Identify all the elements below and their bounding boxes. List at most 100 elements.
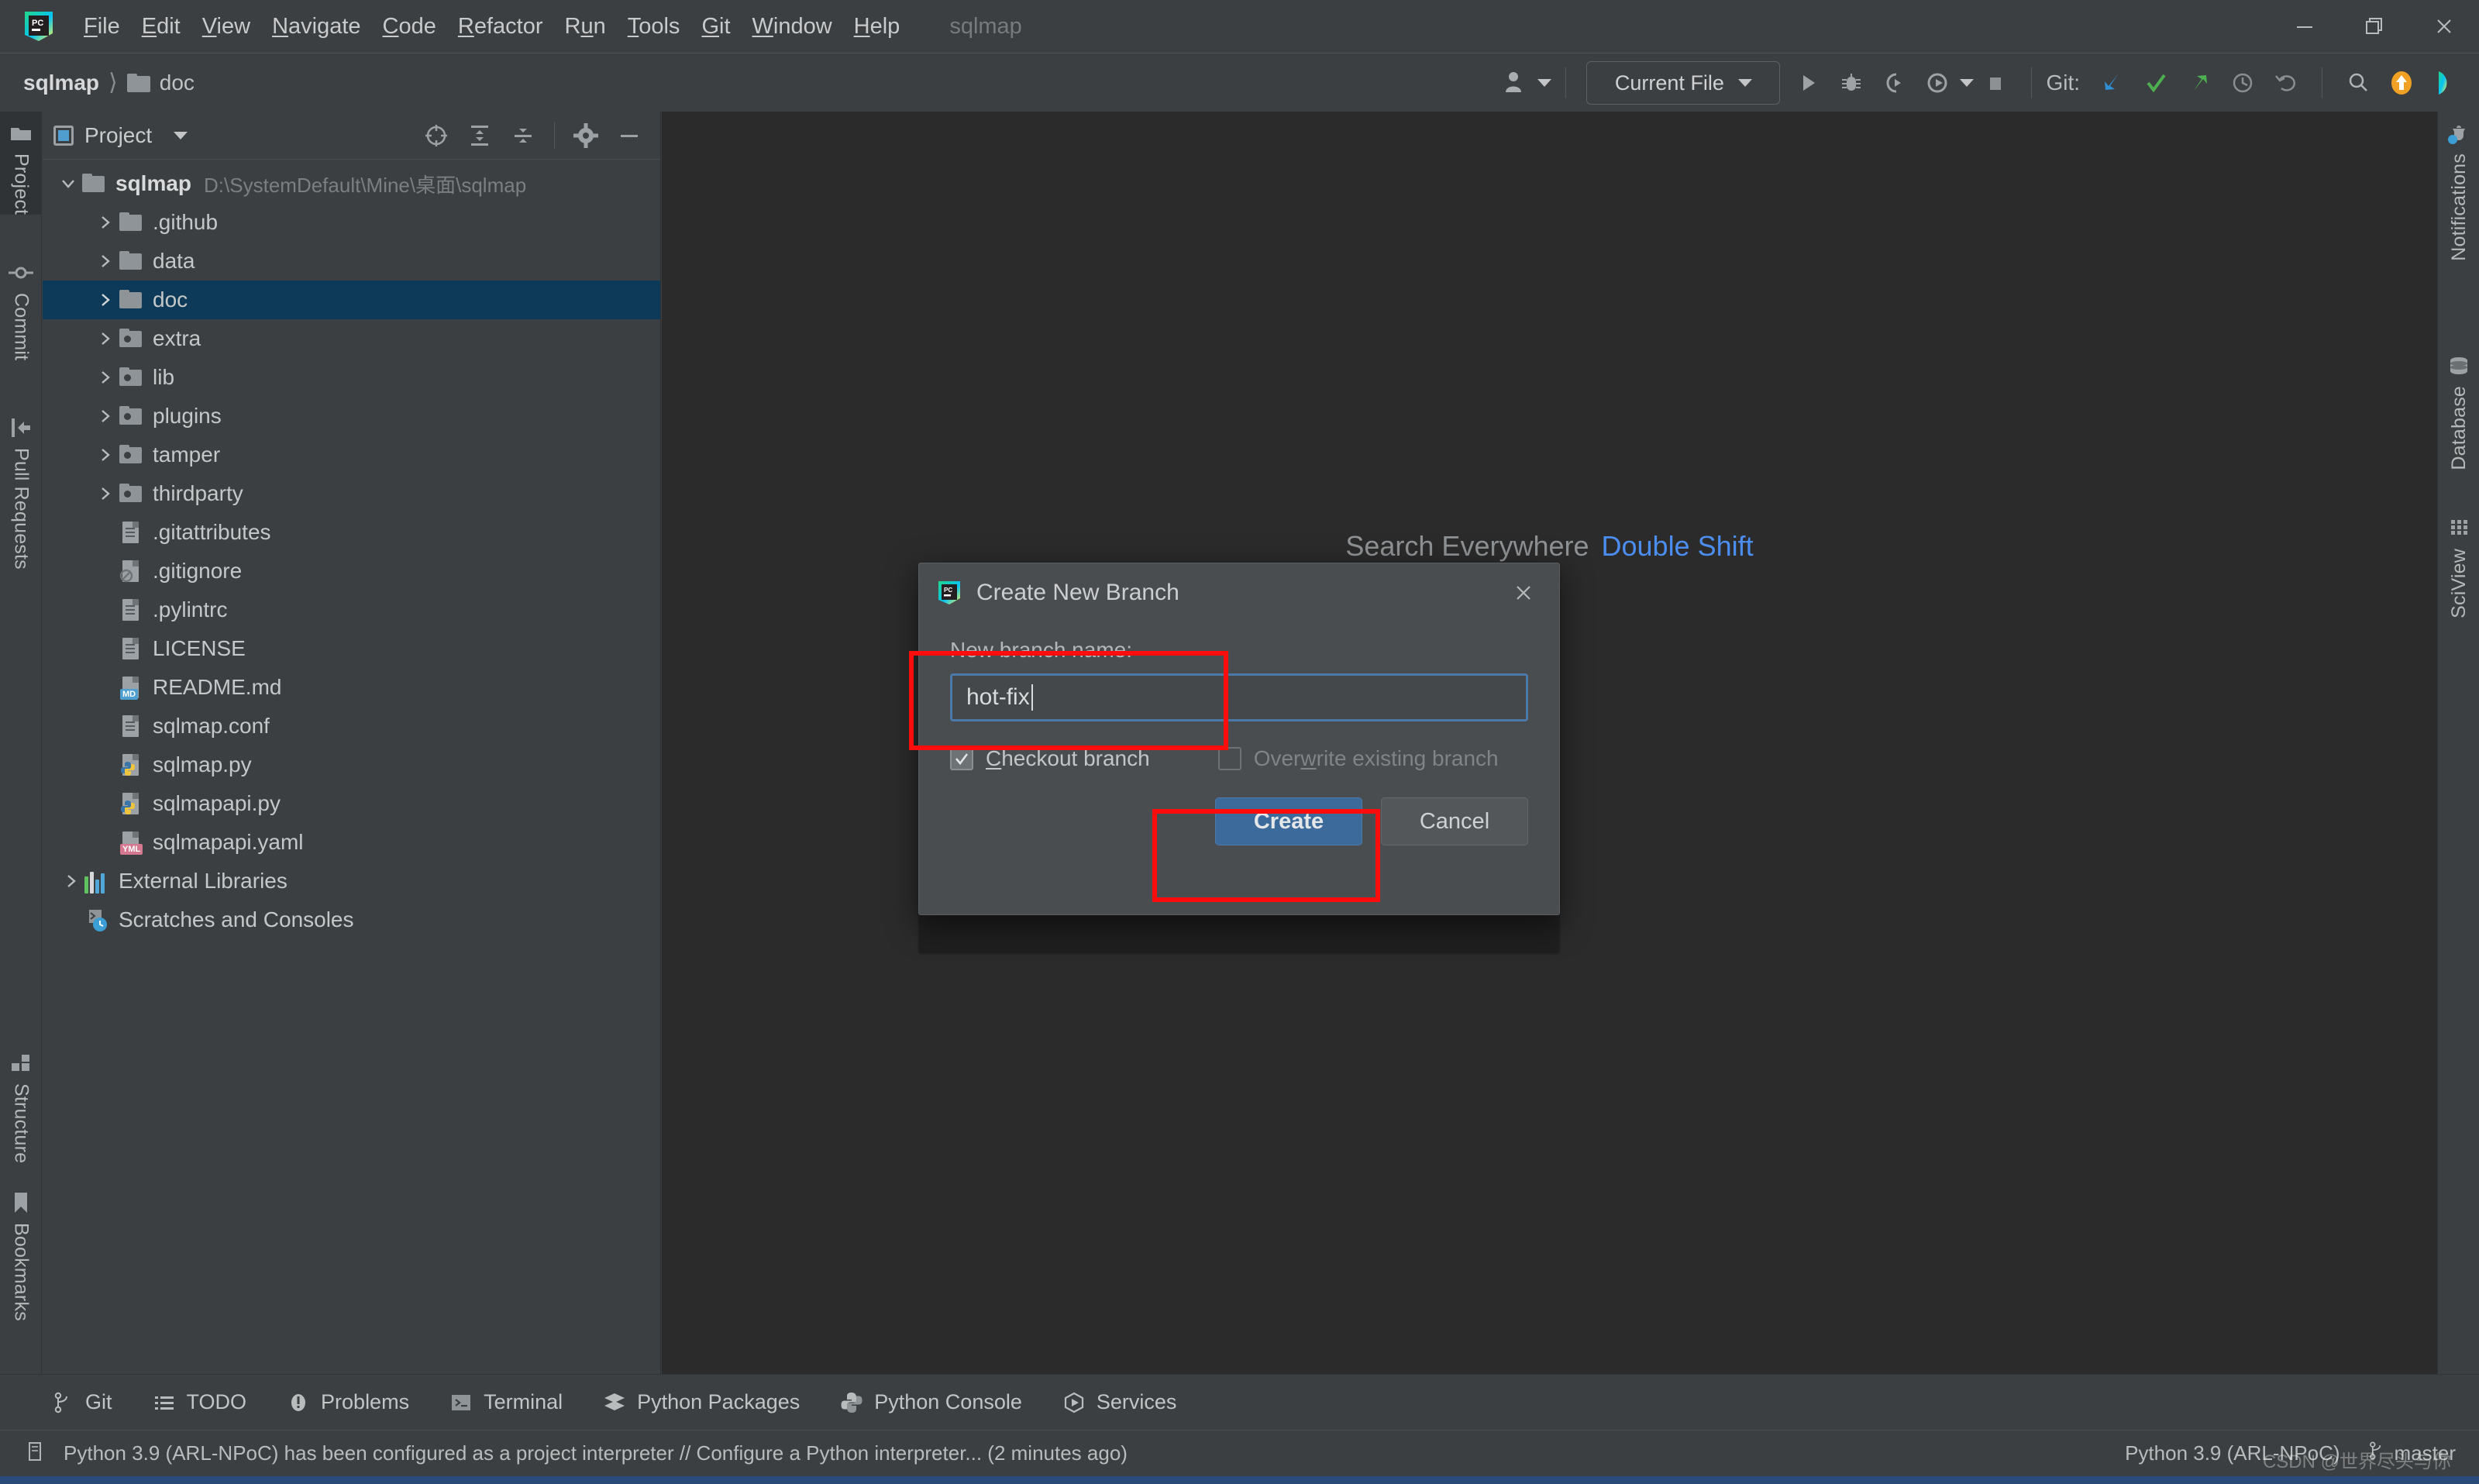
run-configuration-selector[interactable]: Current File <box>1586 61 1781 105</box>
sidebar-item-sciview[interactable]: SciView <box>2438 507 2479 618</box>
menu-window[interactable]: Window <box>742 0 843 53</box>
chevron-right-icon[interactable] <box>92 287 119 313</box>
updates-icon[interactable] <box>2380 61 2423 105</box>
project-panel-title[interactable]: Project <box>53 123 188 148</box>
search-icon[interactable] <box>2336 61 2380 105</box>
collapse-all-icon[interactable] <box>503 115 543 156</box>
tree-row-doc[interactable]: doc <box>43 281 660 319</box>
debug-icon[interactable] <box>1830 61 1873 105</box>
bottom-tab-problems[interactable]: Problems <box>287 1390 409 1414</box>
chevron-down-icon[interactable] <box>55 170 81 197</box>
tree-row-github[interactable]: .github <box>43 203 660 242</box>
status-interpreter[interactable]: Python 3.9 (ARL-NPoC) <box>2125 1441 2340 1465</box>
run-coverage-icon[interactable] <box>1873 61 1916 105</box>
chevron-down-icon[interactable] <box>174 131 188 139</box>
menu-help[interactable]: Help <box>843 0 911 53</box>
sidebar-item-commit[interactable]: Commit <box>0 251 42 360</box>
menu-view[interactable]: View <box>191 0 261 53</box>
checkout-branch-checkbox[interactable]: Checkout branch <box>950 746 1150 771</box>
tree-row-readme[interactable]: MD README.md <box>43 668 660 707</box>
chevron-right-icon[interactable] <box>92 325 119 352</box>
close-icon[interactable] <box>2409 0 2479 53</box>
settings-gear-icon[interactable] <box>566 115 606 156</box>
sidebar-item-structure[interactable]: Structure <box>0 1042 42 1163</box>
tree-row-sqlmap-py[interactable]: sqlmap.py <box>43 745 660 784</box>
breadcrumb-item-doc[interactable]: doc <box>160 71 195 95</box>
expand-all-icon[interactable] <box>460 115 500 156</box>
stop-icon[interactable] <box>1974 61 2017 105</box>
create-button[interactable]: Create <box>1215 797 1362 845</box>
event-log-icon[interactable] <box>23 1440 46 1467</box>
tree-row-sqlmap-conf[interactable]: sqlmap.conf <box>43 707 660 745</box>
bottom-tab-todo[interactable]: TODO <box>153 1390 246 1414</box>
tree-row-gitattributes[interactable]: .gitattributes <box>43 513 660 552</box>
menu-navigate[interactable]: Navigate <box>261 0 371 53</box>
chevron-right-icon[interactable] <box>92 403 119 429</box>
bell-icon <box>2446 121 2471 146</box>
chevron-right-icon[interactable] <box>92 209 119 236</box>
menu-tools[interactable]: Tools <box>617 0 691 53</box>
tree-row-plugins[interactable]: plugins <box>43 397 660 436</box>
chevron-right-icon[interactable] <box>58 868 84 894</box>
git-update-icon[interactable] <box>2091 61 2134 105</box>
git-commit-icon[interactable] <box>2134 61 2178 105</box>
tree-label: sqlmap.conf <box>153 714 270 738</box>
bottom-tab-services[interactable]: Services <box>1062 1390 1176 1414</box>
profile-icon[interactable] <box>1916 61 1960 105</box>
new-branch-name-input[interactable]: hot-fix <box>950 673 1528 721</box>
svg-text:PC: PC <box>944 587 952 594</box>
project-folder-icon <box>9 121 33 146</box>
sidebar-item-notifications[interactable]: Notifications <box>2438 112 2479 261</box>
ide-feedback-icon[interactable] <box>2423 61 2467 105</box>
chevron-right-icon[interactable] <box>92 364 119 391</box>
tree-row-gitignore[interactable]: .gitignore <box>43 552 660 591</box>
bottom-tab-python-console[interactable]: Python Console <box>840 1390 1022 1414</box>
overwrite-existing-branch-checkbox[interactable]: Overwrite existing branch <box>1217 746 1499 771</box>
avatar-dropdown-caret-icon[interactable] <box>1537 79 1552 87</box>
git-push-icon[interactable] <box>2178 61 2221 105</box>
tree-row-lib[interactable]: lib <box>43 358 660 397</box>
chevron-right-icon[interactable] <box>92 442 119 468</box>
status-branch[interactable]: master <box>2367 1441 2456 1466</box>
sidebar-item-database[interactable]: Database <box>2438 344 2479 470</box>
maximize-icon[interactable] <box>2340 0 2409 53</box>
git-rollback-icon[interactable] <box>2264 61 2308 105</box>
tree-row-data[interactable]: data <box>43 242 660 281</box>
cancel-button[interactable]: Cancel <box>1381 797 1528 845</box>
sidebar-item-pull-requests[interactable]: Pull Requests <box>0 406 42 570</box>
bottom-tab-terminal[interactable]: Terminal <box>449 1390 563 1414</box>
menu-run[interactable]: Run <box>554 0 617 53</box>
tree-row-license[interactable]: LICENSE <box>43 629 660 668</box>
run-icon[interactable] <box>1786 61 1830 105</box>
checkout-branch-label: Checkout branch <box>986 746 1150 770</box>
close-icon[interactable] <box>1505 574 1542 611</box>
breadcrumb-item-project[interactable]: sqlmap <box>23 71 99 95</box>
user-avatar-icon[interactable] <box>1494 61 1537 105</box>
tree-row-thirdparty[interactable]: thirdparty <box>43 474 660 513</box>
menu-file[interactable]: File <box>73 0 131 53</box>
bottom-tab-python-packages[interactable]: Python Packages <box>603 1390 800 1414</box>
chevron-right-icon[interactable] <box>92 248 119 274</box>
bottom-tab-git[interactable]: Git <box>51 1390 112 1414</box>
sidebar-item-project[interactable]: Project <box>0 112 42 215</box>
menu-edit[interactable]: Edit <box>131 0 191 53</box>
tree-row-sqlmapapi-yaml[interactable]: YML sqlmapapi.yaml <box>43 823 660 862</box>
select-opened-file-icon[interactable] <box>416 115 456 156</box>
profile-dropdown-caret-icon[interactable] <box>1960 79 1975 87</box>
menu-git[interactable]: Git <box>690 0 741 53</box>
tree-row-scratches[interactable]: Scratches and Consoles <box>43 900 660 939</box>
menu-code[interactable]: Code <box>372 0 447 53</box>
tree-row-extra[interactable]: extra <box>43 319 660 358</box>
minimize-icon[interactable] <box>2270 0 2340 53</box>
tree-row-sqlmapapi-py[interactable]: sqlmapapi.py <box>43 784 660 823</box>
hide-panel-icon[interactable] <box>609 115 649 156</box>
tree-row-pylintrc[interactable]: .pylintrc <box>43 591 660 629</box>
chevron-right-icon[interactable] <box>92 480 119 507</box>
sidebar-item-bookmarks[interactable]: Bookmarks <box>0 1181 42 1321</box>
menu-refactor[interactable]: Refactor <box>447 0 554 53</box>
git-history-icon[interactable] <box>2221 61 2264 105</box>
tree-row-external-libraries[interactable]: External Libraries <box>43 862 660 900</box>
tree-row-sqlmap[interactable]: sqlmap D:\SystemDefault\Mine\桌面\sqlmap <box>43 164 660 203</box>
tree-row-tamper[interactable]: tamper <box>43 436 660 474</box>
status-bar-message[interactable]: Python 3.9 (ARL-NPoC) has been configure… <box>64 1441 1128 1465</box>
